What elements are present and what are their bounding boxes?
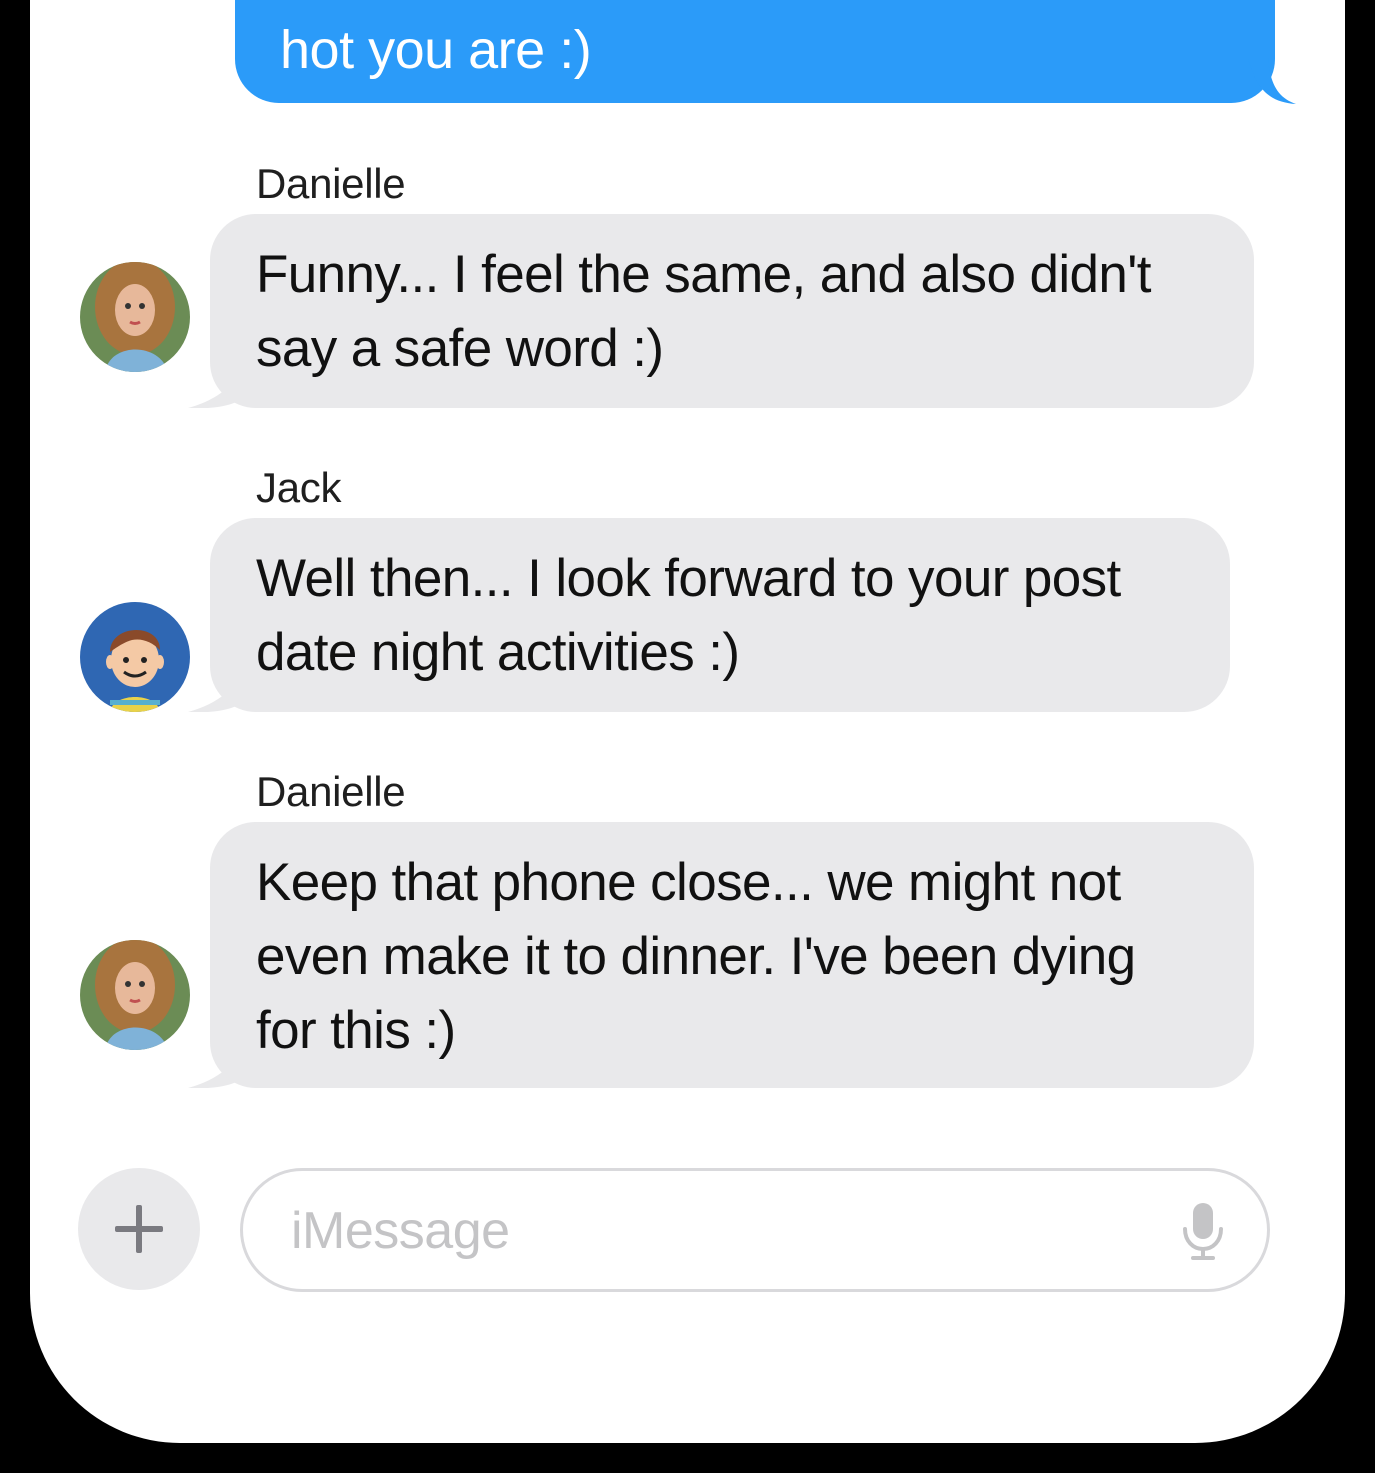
- avatar-photo-icon: [80, 262, 190, 372]
- message-input[interactable]: iMessage: [240, 1168, 1270, 1292]
- sender-name: Danielle: [256, 768, 406, 815]
- add-attachment-button[interactable]: [78, 1168, 200, 1290]
- message-text: Well then... I look forward to your post…: [256, 549, 1121, 682]
- message-text: Keep that phone close... we might not ev…: [256, 853, 1136, 1060]
- outgoing-message-text: hot you are :): [280, 20, 592, 80]
- incoming-message-bubble[interactable]: Well then... I look forward to your post…: [210, 518, 1230, 712]
- avatar-cartoon-icon: [80, 602, 190, 712]
- incoming-message-bubble[interactable]: Funny... I feel the same, and also didn'…: [210, 214, 1254, 408]
- avatar-danielle[interactable]: [80, 940, 190, 1050]
- phone-frame: hot you are :) Danielle Funny... I feel …: [0, 0, 1375, 1473]
- messages-screen: hot you are :) Danielle Funny... I feel …: [30, 0, 1345, 1443]
- incoming-message-bubble[interactable]: Keep that phone close... we might not ev…: [210, 822, 1254, 1088]
- avatar-photo-icon: [80, 940, 190, 1050]
- avatar-jack[interactable]: [80, 602, 190, 712]
- avatar-danielle[interactable]: [80, 262, 190, 372]
- sender-name: Jack: [256, 464, 342, 511]
- microphone-icon[interactable]: [1181, 1201, 1225, 1263]
- message-input-placeholder: iMessage: [291, 1202, 510, 1260]
- plus-icon: [115, 1205, 163, 1253]
- sender-name: Danielle: [256, 160, 406, 207]
- message-text: Funny... I feel the same, and also didn'…: [256, 245, 1152, 378]
- outgoing-bubble-tail: [1248, 58, 1296, 104]
